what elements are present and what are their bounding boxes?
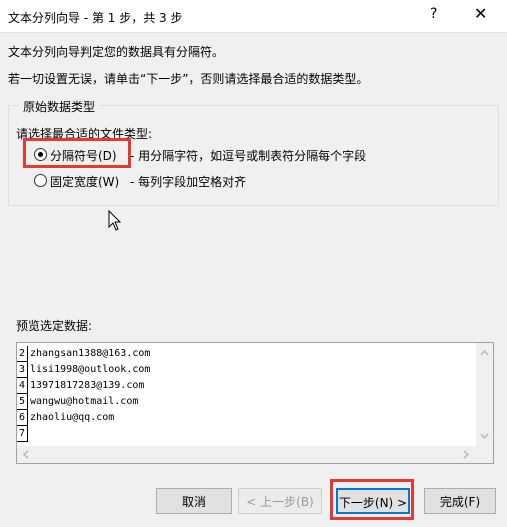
- row-text: wangwu@hotmail.com: [30, 396, 139, 407]
- highlight-box-next: [330, 479, 414, 520]
- highlight-box-delimited: [23, 138, 131, 168]
- row-number: 3: [17, 362, 28, 378]
- row-number: 4: [17, 378, 28, 394]
- row-number: 2: [17, 346, 28, 362]
- row-text: zhangsan1388@163.com: [30, 348, 151, 359]
- row-text: 13971817283@139.com: [30, 380, 145, 391]
- cancel-button[interactable]: 取消: [156, 488, 232, 514]
- vertical-scrollbar[interactable]: [476, 343, 493, 446]
- finish-button[interactable]: 完成(F): [424, 488, 496, 514]
- scroll-arrows-vertical-icon: [480, 349, 489, 440]
- table-row: 5 wangwu@hotmail.com: [17, 394, 475, 410]
- radio-fixed-width-indicator[interactable]: [34, 174, 47, 187]
- title-bar: 文本分列向导 - 第 1 步，共 3 步 ? ✕: [0, 0, 507, 33]
- row-text: lisi1998@outlook.com: [30, 364, 151, 375]
- horizontal-scrollbar[interactable]: [17, 446, 493, 463]
- preview-label: 预览选定数据:: [16, 319, 93, 333]
- radio-delimited-desc: - 用分隔字符，如逗号或制表符分隔每个字段: [130, 149, 367, 163]
- preview-pane[interactable]: 2 zhangsan1388@163.com 3 lisi1998@outloo…: [16, 342, 494, 464]
- table-row: 4 13971817283@139.com: [17, 378, 475, 394]
- row-text: zhaoliu@qq.com: [30, 412, 115, 423]
- scroll-arrows-horizontal-icon: [22, 450, 470, 459]
- table-row: 2 zhangsan1388@163.com: [17, 346, 475, 362]
- group-legend: 原始数据类型: [19, 98, 100, 115]
- row-number: 5: [17, 394, 28, 410]
- back-button[interactable]: < 上一步(B): [238, 488, 322, 514]
- table-row: 3 lisi1998@outlook.com: [17, 362, 475, 378]
- window-title: 文本分列向导 - 第 1 步，共 3 步: [8, 11, 183, 25]
- table-row: 7: [17, 426, 475, 442]
- row-number: 7: [17, 426, 28, 442]
- table-row: 6 zhaoliu@qq.com: [17, 410, 475, 426]
- close-icon[interactable]: ✕: [474, 4, 487, 23]
- intro-line-2: 若一切设置无误，请单击“下一步”，否则请选择最合适的数据类型。: [8, 72, 369, 86]
- help-icon[interactable]: ?: [430, 6, 437, 22]
- row-number: 6: [17, 410, 28, 426]
- radio-fixed-width-desc: - 每列字段加空格对齐: [130, 175, 247, 189]
- radio-fixed-width-label[interactable]: 固定宽度(W): [50, 173, 119, 190]
- intro-line-1: 文本分列向导判定您的数据具有分隔符。: [8, 45, 225, 59]
- mouse-cursor-icon: [108, 210, 122, 231]
